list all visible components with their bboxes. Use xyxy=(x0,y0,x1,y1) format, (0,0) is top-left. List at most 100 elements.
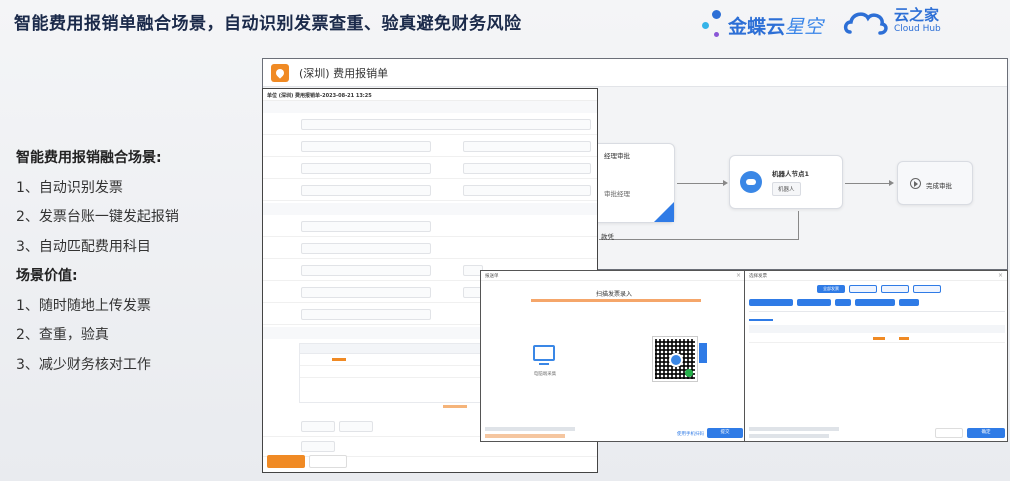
footer-info xyxy=(749,427,839,431)
workflow-titlebar: (深圳) 费用报销单 xyxy=(263,59,1007,87)
value-item: 2、查重，验真 xyxy=(16,327,109,343)
table-header xyxy=(300,344,482,354)
flow-arrow xyxy=(845,183,891,184)
flow-arrow-head xyxy=(889,180,894,186)
form-row xyxy=(263,181,597,201)
tab-all-invoices[interactable]: 全部发票 xyxy=(817,285,845,293)
scenario-description: 智能费用报销融合场景: 1、自动识别发票 2、发票台账一键发起报销 3、自动匹配… xyxy=(16,144,246,380)
side-tab[interactable] xyxy=(699,343,707,363)
footer-info xyxy=(749,434,829,438)
node-approve-sub: 审批经理 xyxy=(604,190,630,198)
computer-icon xyxy=(533,345,555,361)
form-field[interactable] xyxy=(463,141,591,152)
scan-invoice-modal: 报送单 × 扫描发票录入 电脑端采集 使用手机扫码 提交 xyxy=(480,270,746,442)
close-icon[interactable]: × xyxy=(998,272,1003,279)
cloudhub-logo: 云之家 Cloud Hub xyxy=(842,6,941,36)
form-field[interactable] xyxy=(301,265,431,276)
form-field[interactable] xyxy=(301,243,431,254)
branch-label: 款凭 xyxy=(601,233,614,241)
scan-submit-button[interactable]: 提交 xyxy=(707,428,743,438)
mobile-scan-link[interactable]: 使用手机扫码 xyxy=(677,431,704,437)
filter-button[interactable] xyxy=(855,299,895,306)
modal-title: 选择发票 xyxy=(749,274,767,279)
value-item: 3、减少财务核对工作 xyxy=(16,356,151,373)
workflow-window-title: (深圳) 费用报销单 xyxy=(299,66,389,80)
table-row[interactable] xyxy=(300,354,482,366)
robot-icon xyxy=(740,171,762,193)
form-field[interactable] xyxy=(301,185,431,196)
slide-title: 智能费用报销单融合场景，自动识别发票查重、验真避免财务风险 xyxy=(14,14,522,34)
footer-info xyxy=(485,434,565,438)
form-field[interactable] xyxy=(301,163,431,174)
form-row xyxy=(263,217,597,237)
modal-title: 报送单 xyxy=(485,274,499,279)
filter-button[interactable] xyxy=(797,299,831,306)
value-item: 1、随时随地上传发票 xyxy=(16,297,151,314)
scenario-heading: 智能费用报销融合场景: xyxy=(16,150,162,166)
invoice-list-modal: 选择发票 × 全部发票 确定 xyxy=(744,270,1008,442)
form-section xyxy=(263,203,597,215)
workflow-node-robot[interactable]: 机器人节点1 机器人 xyxy=(729,155,843,209)
form-field[interactable] xyxy=(301,119,591,130)
table-row[interactable] xyxy=(749,335,1005,343)
filter-button[interactable] xyxy=(749,299,793,306)
form-field[interactable] xyxy=(301,309,431,320)
table-header xyxy=(749,325,1005,333)
app-icon xyxy=(271,63,289,82)
modal-titlebar: 选择发票 × xyxy=(745,271,1007,281)
close-icon[interactable]: × xyxy=(736,272,741,279)
node-robot-tag: 机器人 xyxy=(772,182,801,196)
check-icon xyxy=(685,369,693,377)
scenario-item: 3、自动匹配费用科目 xyxy=(16,238,151,255)
cancel-button[interactable] xyxy=(935,428,963,438)
scenario-item: 1、自动识别发票 xyxy=(16,179,123,196)
submit-button[interactable] xyxy=(267,455,305,468)
kingdee-brand-logo: 金蝶云星空 xyxy=(698,8,823,42)
filter-button[interactable] xyxy=(835,299,851,306)
form-row xyxy=(263,137,597,157)
node-robot-label: 机器人节点1 xyxy=(772,170,810,178)
list-tab-active[interactable] xyxy=(749,315,773,321)
branch-line xyxy=(599,239,799,240)
flow-arrow xyxy=(677,183,725,184)
scenario-item: 2、发票台账一键发起报销 xyxy=(16,209,179,225)
brand-sub: 星空 xyxy=(785,15,824,38)
slide-header: 智能费用报销单融合场景，自动识别发票查重、验真避免财务风险 金蝶云星空 云之家 … xyxy=(0,0,1010,48)
list-confirm-button[interactable]: 确定 xyxy=(967,428,1005,438)
upload-button[interactable] xyxy=(339,421,373,432)
tab-option[interactable] xyxy=(849,285,877,293)
cloudhub-en: Cloud Hub xyxy=(894,24,941,34)
cloudhub-cn: 云之家 xyxy=(894,6,940,24)
branch-line-vertical xyxy=(798,211,799,240)
form-field[interactable] xyxy=(301,141,431,152)
brand-main: 金蝶云 xyxy=(728,15,786,38)
kingdee-brand-name: 金蝶云星空 xyxy=(728,12,823,39)
form-field[interactable] xyxy=(463,185,591,196)
flow-arrow-head xyxy=(723,180,728,186)
form-row xyxy=(263,239,597,259)
node-corner-badge xyxy=(654,202,674,222)
add-link[interactable] xyxy=(443,405,467,408)
modal-heading: 扫描发票录入 xyxy=(595,291,632,298)
pc-label: 电脑端采集 xyxy=(533,372,557,377)
invoice-table xyxy=(299,343,483,403)
tab-option[interactable] xyxy=(881,285,909,293)
filter-button[interactable] xyxy=(899,299,919,306)
footer-info xyxy=(485,427,575,431)
form-field[interactable] xyxy=(463,163,591,174)
form-row xyxy=(263,115,597,135)
form-field[interactable] xyxy=(301,287,431,298)
save-button[interactable] xyxy=(309,455,347,468)
node-end-label: 完成审批 xyxy=(926,182,952,190)
modal-titlebar: 报送单 × xyxy=(481,271,745,281)
table-row[interactable] xyxy=(300,366,482,378)
modal-hint xyxy=(531,299,701,302)
kingdee-dots-icon xyxy=(698,10,724,40)
workflow-node-end[interactable]: 完成审批 xyxy=(897,161,973,205)
value-heading: 场景价值: xyxy=(16,268,78,284)
upload-button[interactable] xyxy=(301,421,335,432)
play-icon xyxy=(910,178,921,189)
select-button[interactable] xyxy=(301,441,335,452)
tab-option[interactable] xyxy=(913,285,941,293)
form-field[interactable] xyxy=(301,221,431,232)
